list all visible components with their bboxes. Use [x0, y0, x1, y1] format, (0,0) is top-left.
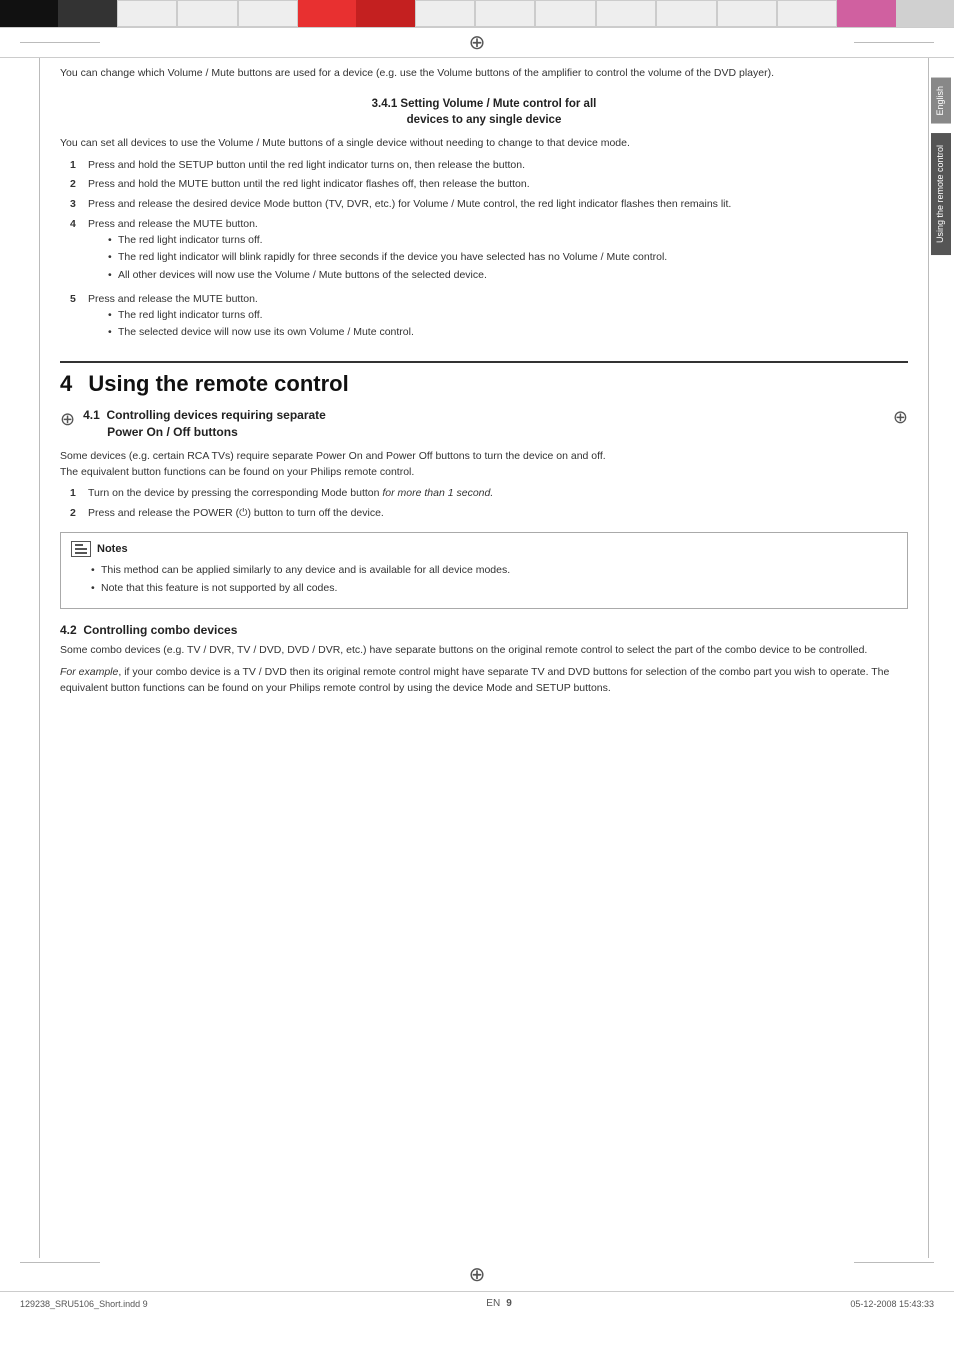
section-42-body1: Some combo devices (e.g. TV / DVR, TV / …	[60, 643, 908, 659]
content-area: You can change which Volume / Mute butto…	[0, 58, 954, 1258]
section-41-header-row: ⊕ 4.1 Controlling devices requiring sepa…	[60, 407, 908, 441]
notes-icon	[71, 541, 91, 557]
step-5-bullets: The red light indicator turns off. The s…	[88, 308, 414, 342]
intro-paragraph: You can change which Volume / Mute butto…	[60, 66, 908, 82]
left-border	[39, 58, 40, 1258]
section-42-heading: 4.2 Controlling combo devices	[60, 623, 908, 637]
color-seg-1	[0, 0, 58, 27]
color-seg-magenta	[837, 0, 895, 27]
sidebar-using-tab: Using the remote control	[931, 133, 951, 255]
right-rule	[854, 42, 934, 43]
bottom-right-rule	[854, 1262, 934, 1263]
sidebar-english-tab: English	[931, 78, 951, 124]
notes-title: Notes	[97, 543, 128, 555]
section-341-steps: 1 Press and hold the SETUP button until …	[60, 158, 908, 346]
bullet-5-1: The red light indicator turns off.	[108, 308, 414, 324]
color-seg-gray	[896, 0, 954, 27]
color-seg-11	[656, 0, 716, 27]
page-footer: 129238_SRU5106_Short.indd 9 EN 9 05-12-2…	[0, 1291, 954, 1315]
section-341-heading: 3.4.1 Setting Volume / Mute control for …	[60, 96, 908, 128]
color-seg-4	[177, 0, 237, 27]
note-2: Note that this feature is not supported …	[91, 581, 897, 597]
notes-header: Notes	[71, 541, 897, 557]
bullet-3: All other devices will now use the Volum…	[108, 268, 667, 284]
section-42-body2: For example, if your combo device is a T…	[60, 665, 908, 697]
page-number: 9	[506, 1298, 512, 1309]
section-41-intro: Some devices (e.g. certain RCA TVs) requ…	[60, 449, 908, 481]
reg-mark-right-41: ⊕	[893, 407, 908, 428]
section-41-title-block: 4.1 Controlling devices requiring separa…	[83, 407, 326, 441]
color-seg-red	[356, 0, 414, 27]
chapter-4-heading: 4 Using the remote control	[60, 371, 908, 397]
main-content: You can change which Volume / Mute butto…	[50, 58, 928, 1258]
color-seg-8	[475, 0, 535, 27]
footer-area: ⊕ 129238_SRU5106_Short.indd 9 EN 9 05-12…	[0, 1258, 954, 1315]
right-sidebar: English Using the remote control	[928, 58, 954, 1258]
color-seg-12	[717, 0, 777, 27]
notes-box: Notes This method can be applied similar…	[60, 532, 908, 610]
reg-mark-left-41: ⊕	[60, 409, 75, 430]
color-seg-7	[415, 0, 475, 27]
section-41-title: 4.1 Controlling devices requiring separa…	[83, 407, 326, 441]
section-341-intro: You can set all devices to use the Volum…	[60, 136, 908, 152]
top-color-bar	[0, 0, 954, 28]
footer-filename-left: 129238_SRU5106_Short.indd 9	[20, 1299, 148, 1309]
step-5: 5 Press and release the MUTE button. The…	[70, 292, 908, 345]
step-41-1: 1 Turn on the device by pressing the cor…	[70, 486, 908, 502]
notes-bullets: This method can be applied similarly to …	[71, 563, 897, 597]
bullet-2: The red light indicator will blink rapid…	[108, 250, 667, 266]
bottom-reg-marks: ⊕	[0, 1258, 954, 1291]
color-seg-13	[777, 0, 837, 27]
step-2: 2 Press and hold the MUTE button until t…	[70, 177, 908, 193]
bullet-5-2: The selected device will now use its own…	[108, 325, 414, 341]
step-4-bullets: The red light indicator turns off. The r…	[88, 233, 667, 284]
section-41-steps: 1 Turn on the device by pressing the cor…	[60, 486, 908, 522]
color-seg-9	[535, 0, 595, 27]
bullet-1: The red light indicator turns off.	[108, 233, 667, 249]
color-seg-10	[596, 0, 656, 27]
step-41-2: 2 Press and release the POWER (⏻) button…	[70, 506, 908, 522]
step-3: 3 Press and release the desired device M…	[70, 197, 908, 213]
section-42: 4.2 Controlling combo devices Some combo…	[60, 623, 908, 696]
footer-filename-right: 05-12-2008 15:43:33	[850, 1299, 934, 1309]
color-seg-3	[117, 0, 177, 27]
en-label: EN	[486, 1298, 500, 1309]
step-4: 4 Press and release the MUTE button. The…	[70, 217, 908, 288]
color-seg-5	[238, 0, 298, 27]
step-1: 1 Press and hold the SETUP button until …	[70, 158, 908, 174]
reg-marks-row: ⊕	[0, 28, 954, 58]
page-number-area: EN 9	[486, 1298, 511, 1309]
chapter-divider	[60, 361, 908, 363]
bottom-left-rule	[20, 1262, 100, 1263]
right-border	[928, 58, 929, 1258]
bottom-reg-mark: ⊕	[469, 1262, 486, 1287]
color-seg-pink	[298, 0, 356, 27]
color-seg-2	[58, 0, 116, 27]
reg-mark-center: ⊕	[469, 30, 486, 55]
note-1: This method can be applied similarly to …	[91, 563, 897, 579]
left-rule	[20, 42, 100, 43]
